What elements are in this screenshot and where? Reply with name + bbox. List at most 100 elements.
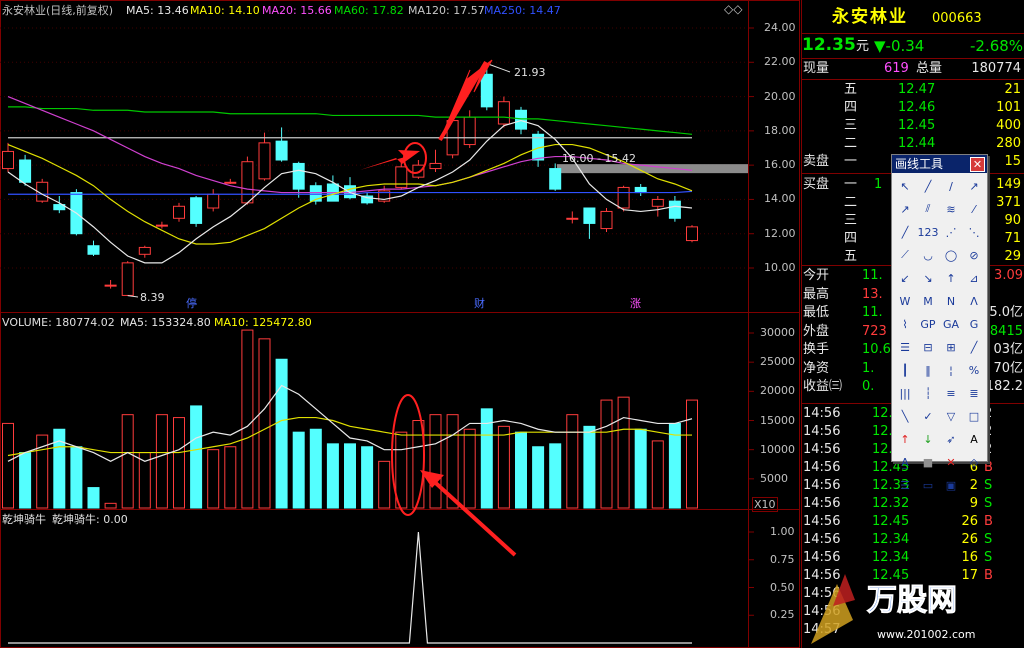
level-price: 12.46 — [898, 100, 936, 115]
zigzag-icon[interactable]: ╲ — [894, 405, 916, 427]
candle-body — [497, 101, 510, 125]
price-channel-icon[interactable]: ≋ — [940, 198, 962, 220]
volume-bar — [583, 425, 596, 509]
fib-fan-icon[interactable]: ⊞ — [940, 336, 962, 358]
arrow-line-icon[interactable]: ↗ — [894, 198, 916, 220]
candle-body — [429, 162, 442, 170]
vert-bars-icon[interactable]: ┃ — [894, 359, 916, 381]
stat-label: 收益㈢ — [803, 379, 843, 394]
chart-settings-icon[interactable]: ◇◇ — [724, 3, 742, 16]
level-qty: 371 — [996, 195, 1021, 210]
candle-body — [412, 164, 425, 178]
volume-tick-label: 5000 — [760, 471, 788, 485]
text-a-icon[interactable]: A — [963, 428, 985, 450]
g-tool-icon[interactable]: G — [963, 313, 985, 335]
parallel-line-icon[interactable]: ⫽ — [917, 198, 939, 220]
eraser-icon[interactable]: ◇ — [963, 451, 985, 473]
stat-tail: 70亿 — [993, 360, 1023, 376]
chart-area[interactable]: 永安林业(日线,前复权) MA5: 13.46 MA10: 14.10 MA20… — [0, 0, 800, 648]
wave-a-icon[interactable]: Λ — [963, 290, 985, 312]
volume-unit: X10 — [752, 497, 778, 512]
level-qty: 280 — [996, 136, 1021, 151]
gann-lines-icon[interactable]: ⋰ — [940, 221, 962, 243]
svg-text:www.201002.com: www.201002.com — [877, 628, 975, 641]
ma10-label: MA10: 14.10 — [190, 4, 260, 17]
stat-label: 换手 — [803, 342, 830, 357]
rect-line-icon[interactable]: ⊟ — [917, 336, 939, 358]
stat-label: 今开 — [803, 268, 830, 283]
angle-line-icon[interactable]: ⊿ — [963, 267, 985, 289]
percentage-icon[interactable]: % — [963, 359, 985, 381]
wave-n-icon[interactable]: N — [940, 290, 962, 312]
rectangle-icon[interactable]: □ — [963, 405, 985, 427]
gann-fan-icon[interactable]: ⌇ — [894, 313, 916, 335]
fib-ray-icon[interactable]: ↘ — [917, 267, 939, 289]
candle-body — [515, 109, 527, 130]
arrow-cross-icon[interactable]: ➶ — [940, 428, 962, 450]
annotation-arrow-2-shaft — [438, 60, 488, 142]
level-price: 12.45 — [898, 118, 936, 133]
chart-pic-icon[interactable]: ▣ — [940, 474, 962, 496]
speed-lines-icon[interactable]: ⋱ — [963, 221, 985, 243]
close-button[interactable]: ✕ — [970, 157, 985, 172]
gp-tool-icon[interactable]: GP — [917, 313, 939, 335]
clear-circle-icon[interactable]: ⊘ — [963, 244, 985, 266]
checkmark-icon[interactable]: ✓ — [917, 405, 939, 427]
volume-bar — [532, 446, 545, 509]
arrow-cursor-icon[interactable]: ↖ — [894, 175, 916, 197]
vertical-line-icon[interactable]: ⁄ — [963, 198, 985, 220]
bar-grid-icon[interactable]: ‖ — [917, 359, 939, 381]
price-panel-frame — [0, 0, 800, 313]
line-segment-icon[interactable]: ╱ — [917, 175, 939, 197]
wave-m-icon[interactable]: M — [917, 290, 939, 312]
tick-time: 14:56 — [803, 478, 841, 493]
drawing-tools-window[interactable]: 画线工具 ✕ ↖ ╱ ∕ ↗ ↗ ⫽ ≋ ⁄ ╱ 123 ⋰ ⋱ ⟋ ◡ ◯ ⊘ ↙ ↘ ↑ ⊿ W M N Λ ⌇ GP GA G ☰… — [891, 154, 988, 492]
gray-box-icon[interactable]: ■ — [917, 451, 939, 473]
regression-icon[interactable]: ╱ — [963, 336, 985, 358]
volume-bar — [104, 502, 117, 509]
straight-line-icon[interactable]: ∕ — [940, 175, 962, 197]
sell-level-row: 三 12.45 400 — [802, 117, 1024, 135]
candle-body — [583, 207, 596, 224]
stock-name: 永安林业 — [832, 7, 908, 27]
stock-code: 000663 — [932, 11, 982, 26]
period-lines-icon[interactable]: ↙ — [894, 267, 916, 289]
indicator-tick-label: 0.75 — [770, 552, 795, 566]
delete-x-icon[interactable]: ✕ — [940, 451, 962, 473]
up-arrow-icon[interactable]: ↑ — [894, 428, 916, 450]
candle-body — [686, 226, 698, 242]
speed-fan-icon[interactable]: ≣ — [963, 382, 985, 404]
candle-body — [173, 205, 185, 219]
horizontal-line-icon[interactable]: ╱ — [894, 221, 916, 243]
candle-body — [190, 197, 203, 224]
down-tri-icon[interactable]: ▽ — [940, 405, 962, 427]
vol-value: 619 — [884, 61, 909, 76]
fib-lines-icon[interactable]: 123 — [917, 221, 939, 243]
fib-period-icon[interactable]: ≡ — [940, 382, 962, 404]
line-bars-icon[interactable]: ||| — [894, 382, 916, 404]
bar-set-icon[interactable]: ┆ — [917, 382, 939, 404]
arc-icon[interactable]: ◡ — [917, 244, 939, 266]
circle-icon[interactable]: ◯ — [940, 244, 962, 266]
volume-bar — [668, 422, 681, 509]
drawing-tools-titlebar[interactable]: 画线工具 ✕ — [892, 155, 987, 173]
level-name: 一 — [844, 177, 858, 192]
volume-bar — [190, 405, 203, 509]
ray-icon[interactable]: ↗ — [963, 175, 985, 197]
golden-ratio-icon[interactable]: ¦ — [940, 359, 962, 381]
ga-tool-icon[interactable]: GA — [940, 313, 962, 335]
down-arrow-icon[interactable]: ↓ — [917, 428, 939, 450]
price-tick-label: 24.00 — [764, 21, 796, 34]
note-list-icon[interactable]: ☰ — [894, 474, 916, 496]
trend-fan-icon[interactable]: ☰ — [894, 336, 916, 358]
tick-price: 12.34 — [872, 550, 910, 565]
ruler-icon[interactable]: ▭ — [917, 474, 939, 496]
text-tool-icon[interactable]: A̲ — [894, 451, 916, 473]
volume-bar — [378, 460, 391, 509]
price-marker-icon[interactable]: ↑ — [940, 267, 962, 289]
price-tick-label: 16.00 — [764, 158, 796, 172]
volume-bar — [686, 399, 698, 509]
wave-w-icon[interactable]: W — [894, 290, 916, 312]
bisect-icon[interactable]: ⟋ — [894, 244, 916, 266]
marker-finance: 财 — [474, 297, 485, 310]
